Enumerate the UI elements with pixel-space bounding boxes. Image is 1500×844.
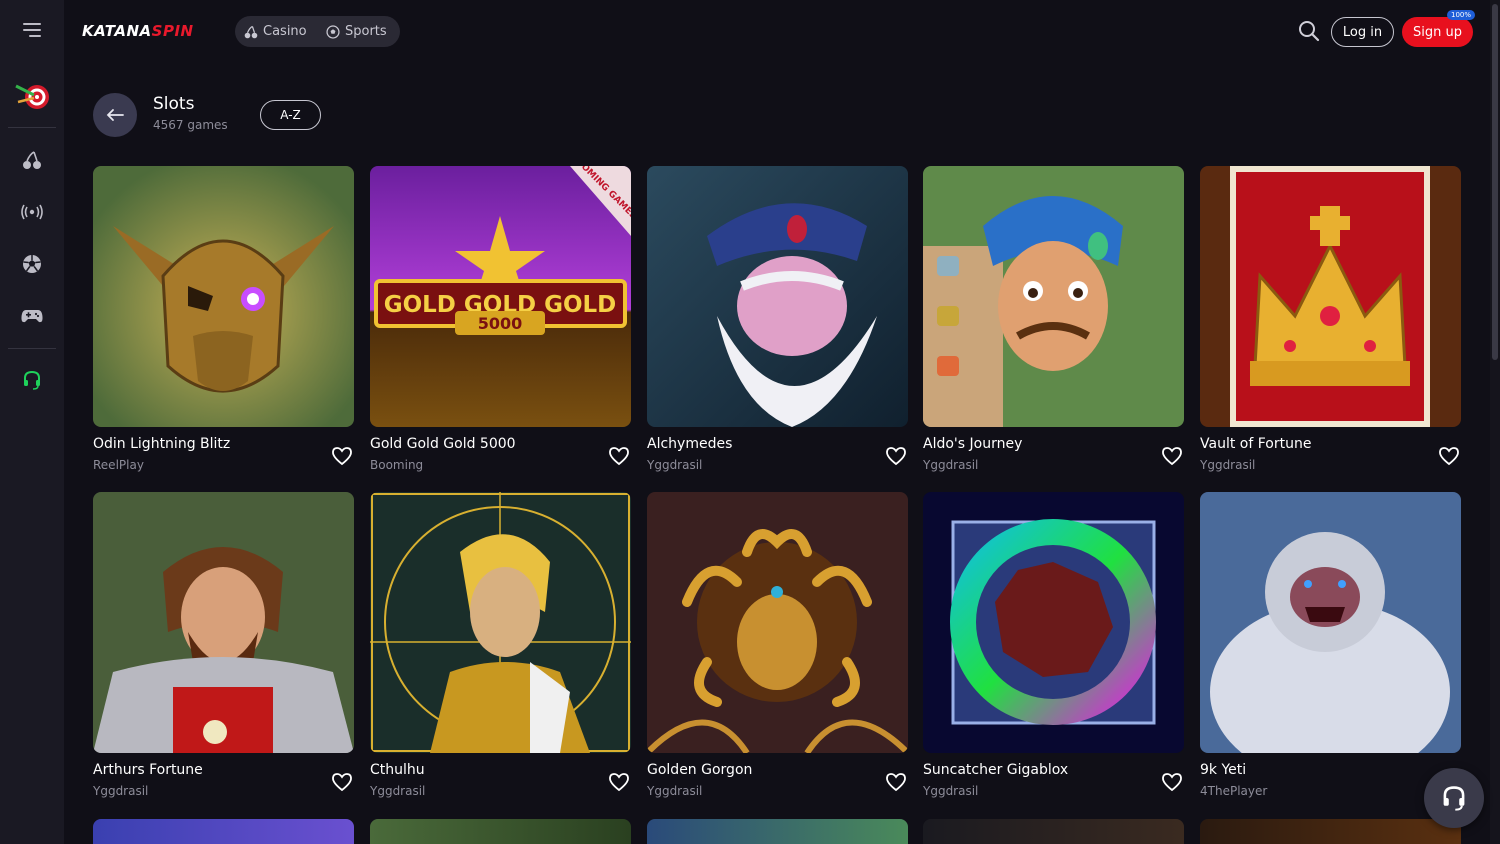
- game-title: Alchymedes: [647, 436, 733, 452]
- favorite-heart-icon[interactable]: [1438, 446, 1460, 466]
- game-thumbnail[interactable]: [370, 819, 631, 844]
- soccer-ball-icon[interactable]: [0, 244, 64, 284]
- game-thumbnail[interactable]: [647, 492, 908, 753]
- scrollbar-thumb[interactable]: [1492, 4, 1498, 360]
- game-thumbnail[interactable]: [93, 492, 354, 753]
- game-thumbnail[interactable]: [647, 819, 908, 844]
- live-broadcast-icon[interactable]: [0, 192, 64, 232]
- katanaspin-logo[interactable]: KATANASPIN: [82, 22, 194, 40]
- dart-target-icon[interactable]: [0, 76, 64, 116]
- support-headset-icon[interactable]: [0, 360, 64, 400]
- favorite-heart-icon[interactable]: [885, 772, 907, 792]
- game-provider: 4ThePlayer: [1200, 784, 1268, 798]
- page-scrollbar[interactable]: [1490, 0, 1500, 844]
- sort-az-button[interactable]: A-Z: [260, 100, 321, 130]
- game-title: Vault of Fortune: [1200, 436, 1312, 452]
- search-icon[interactable]: [1298, 20, 1322, 44]
- game-provider: Booming: [370, 458, 424, 472]
- game-card[interactable]: Aldo's Journey Yggdrasil: [923, 166, 1184, 478]
- favorite-heart-icon[interactable]: [331, 772, 353, 792]
- game-title: Gold Gold Gold 5000: [370, 436, 516, 452]
- menu-icon[interactable]: [0, 10, 64, 50]
- game-thumbnail[interactable]: [923, 492, 1184, 753]
- game-card[interactable]: Cthulhu Yggdrasil: [370, 492, 631, 804]
- game-thumbnail[interactable]: [93, 166, 354, 427]
- game-title: Arthurs Fortune: [93, 762, 203, 778]
- favorite-heart-icon[interactable]: [331, 446, 353, 466]
- game-title: Odin Lightning Blitz: [93, 436, 231, 452]
- tab-casino[interactable]: Casino: [244, 16, 307, 47]
- live-support-button[interactable]: [1424, 768, 1484, 828]
- gamepad-icon[interactable]: [0, 296, 64, 336]
- tab-sports-label: Sports: [345, 24, 387, 39]
- sidebar: [0, 0, 64, 844]
- games-count: 4567 games: [153, 118, 228, 132]
- favorite-heart-icon[interactable]: [608, 446, 630, 466]
- game-card[interactable]: Suncatcher Gigablox Yggdrasil: [923, 492, 1184, 804]
- cherry-icon: [244, 25, 258, 38]
- sidebar-divider: [8, 127, 56, 128]
- signup-bonus-badge: 100%: [1446, 10, 1475, 20]
- game-thumbnail[interactable]: [923, 166, 1184, 427]
- game-thumbnail[interactable]: [923, 819, 1184, 844]
- game-thumbnail[interactable]: [1200, 819, 1461, 844]
- game-card[interactable]: Odin Lightning Blitz ReelPlay: [93, 166, 354, 478]
- signup-button[interactable]: Sign up 100%: [1402, 10, 1475, 47]
- game-card[interactable]: 9k Yeti 4ThePlayer: [1200, 492, 1461, 804]
- game-title: Cthulhu: [370, 762, 425, 778]
- game-provider: ReelPlay: [93, 458, 144, 472]
- game-thumbnail[interactable]: [1200, 492, 1461, 753]
- game-provider: Yggdrasil: [370, 784, 426, 798]
- game-thumbnail[interactable]: [647, 166, 908, 427]
- favorite-heart-icon[interactable]: [885, 446, 907, 466]
- game-provider: Yggdrasil: [923, 458, 979, 472]
- favorite-heart-icon[interactable]: [1161, 446, 1183, 466]
- game-title: Suncatcher Gigablox: [923, 762, 1069, 778]
- game-provider: Yggdrasil: [647, 458, 703, 472]
- game-title: Aldo's Journey: [923, 436, 1023, 452]
- cherry-icon[interactable]: [0, 140, 64, 180]
- game-title: 9k Yeti: [1200, 762, 1247, 778]
- game-card[interactable]: Arthurs Fortune Yggdrasil: [93, 492, 354, 804]
- product-switcher: Casino Sports: [235, 16, 400, 47]
- page-title: Slots: [153, 94, 195, 114]
- game-card[interactable]: Vault of Fortune Yggdrasil: [1200, 166, 1461, 478]
- favorite-heart-icon[interactable]: [608, 772, 630, 792]
- tab-casino-label: Casino: [263, 24, 307, 39]
- game-provider: Yggdrasil: [1200, 458, 1256, 472]
- game-card[interactable]: Golden Gorgon Yggdrasil: [647, 492, 908, 804]
- game-card[interactable]: GOLD GOLD GOLD 5000 BOOMING GAMES Gold G…: [370, 166, 631, 478]
- game-title: Golden Gorgon: [647, 762, 753, 778]
- headset-icon: [1443, 786, 1465, 811]
- favorite-heart-icon[interactable]: [1161, 772, 1183, 792]
- soccer-ball-icon: [326, 24, 340, 39]
- arrow-left-icon: [106, 109, 124, 121]
- game-thumbnail[interactable]: GOLD GOLD GOLD 5000 BOOMING GAMES: [370, 166, 631, 427]
- sidebar-divider: [8, 348, 56, 349]
- game-thumbnail[interactable]: [1200, 166, 1461, 427]
- top-bar: KATANASPIN Casino Sports Log in Sign up …: [64, 0, 1484, 64]
- game-provider: Yggdrasil: [93, 784, 149, 798]
- game-thumbnail[interactable]: [93, 819, 354, 844]
- game-card[interactable]: Alchymedes Yggdrasil: [647, 166, 908, 478]
- svg-text:5000: 5000: [478, 314, 523, 333]
- tab-sports[interactable]: Sports: [326, 16, 387, 47]
- login-button[interactable]: Log in: [1331, 17, 1394, 47]
- game-thumbnail[interactable]: [370, 492, 631, 753]
- game-provider: Yggdrasil: [647, 784, 703, 798]
- game-provider: Yggdrasil: [923, 784, 979, 798]
- back-button[interactable]: [93, 93, 137, 137]
